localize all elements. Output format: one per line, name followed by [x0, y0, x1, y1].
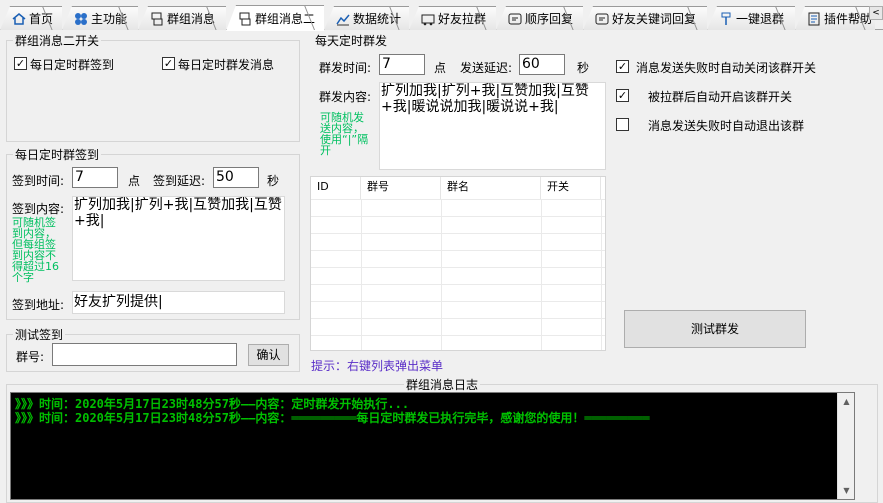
- broadcast-time-input[interactable]: 7: [379, 54, 425, 75]
- tab-label: 顺序回复: [525, 12, 574, 26]
- tab-label: 一键退群: [736, 12, 785, 26]
- broadcast-group-title: 每天定时群发: [315, 34, 388, 48]
- exit-on-fail-checkbox[interactable]: [616, 118, 629, 131]
- tab-label: 首页: [29, 12, 54, 26]
- signin-sec-unit: 秒: [267, 174, 280, 188]
- test-group-label: 群号:: [16, 350, 45, 364]
- scroll-down-icon[interactable]: ▼: [838, 482, 855, 499]
- col-group-name[interactable]: 群名: [441, 177, 541, 199]
- col-id[interactable]: ID: [311, 177, 361, 199]
- signin-address-label: 签到地址:: [12, 298, 65, 312]
- tab-quit-groups[interactable]: 一键退群: [707, 6, 795, 30]
- broadcast-content-label: 群发内容:: [319, 90, 372, 104]
- signin-content-label: 签到内容:: [12, 202, 65, 216]
- close-on-fail-label: 消息发送失败时自动关闭该群开关: [636, 61, 817, 75]
- signin-time-input[interactable]: 7: [72, 167, 118, 188]
- switch-group-title: 群组消息二开关: [15, 34, 100, 48]
- tab-label: 主功能: [91, 12, 128, 26]
- daily-signin-checkbox[interactable]: ✓: [14, 57, 27, 70]
- list-tip: 提示：右键列表弹出菜单: [311, 359, 444, 373]
- cart-icon: [421, 12, 435, 26]
- col-group-number[interactable]: 群号: [361, 177, 441, 199]
- broadcast-sec-unit: 秒: [577, 61, 590, 75]
- broadcast-content-textarea[interactable]: 扩列加我|扩列+我|互赞加我|互赞+我|暖说说加我|暖说说+我|: [379, 82, 606, 170]
- tab-friend-pull[interactable]: 好友拉群: [409, 6, 496, 30]
- switch-group: 群组消息二开关: [6, 32, 300, 142]
- auto-open-checkbox[interactable]: ✓: [616, 89, 629, 102]
- chart-icon: [336, 12, 350, 26]
- tab-keyword-reply[interactable]: 好友关键词回复: [583, 6, 707, 30]
- clover-icon: [74, 12, 88, 26]
- daily-signin-label: 每日定时群签到: [30, 58, 115, 72]
- tab-label: 好友拉群: [438, 12, 487, 26]
- auto-open-label: 被拉群后自动开启该群开关: [648, 90, 793, 104]
- exit-on-fail-label: 消息发送失败时自动退出该群: [648, 119, 805, 133]
- group-list-grid: [311, 199, 605, 350]
- test-group-input[interactable]: [52, 343, 237, 366]
- confirm-button[interactable]: 确认: [248, 344, 289, 366]
- tab-main[interactable]: 主功能: [62, 6, 138, 30]
- broadcast-time-label: 群发时间:: [319, 61, 372, 75]
- reply-icon: [595, 12, 609, 26]
- broadcast-hour-unit: 点: [434, 61, 447, 75]
- tab-label: 好友关键词回复: [612, 12, 697, 26]
- scroll-up-icon[interactable]: ▲: [838, 393, 855, 410]
- tab-label: 数据统计: [353, 12, 402, 26]
- test-broadcast-button[interactable]: 测试群发: [624, 310, 806, 348]
- tab-group-message-2[interactable]: 群组消息二: [226, 5, 324, 31]
- log-line: 》》》时间：2020年5月17日23时48分57秒——内容：═════════每…: [15, 411, 650, 425]
- tab-home[interactable]: 首页: [0, 6, 62, 30]
- tab-plugin-help[interactable]: 插件帮助: [795, 6, 875, 30]
- pin-icon: [719, 12, 733, 26]
- group-list[interactable]: ID 群号 群名 开关: [310, 176, 606, 351]
- signin-time-label: 签到时间:: [12, 174, 65, 188]
- signin-delay-label: 签到延迟:: [153, 174, 206, 188]
- broadcast-delay-label: 发送延迟:: [460, 61, 513, 75]
- broadcast-content-hint: 可随机发送内容，使用“|”隔开: [320, 111, 369, 157]
- signin-delay-input[interactable]: 50: [213, 167, 259, 188]
- chat-icon: [150, 12, 164, 26]
- reply-icon: [508, 12, 522, 26]
- log-title: 群组消息日志: [405, 378, 478, 392]
- tab-scroll-left-button[interactable]: <: [869, 6, 883, 20]
- tab-statistics[interactable]: 数据统计: [324, 6, 409, 30]
- group-list-header: ID 群号 群名 开关: [311, 177, 601, 199]
- tab-label: 插件帮助: [824, 12, 873, 26]
- tab-sequence-reply[interactable]: 顺序回复: [496, 6, 583, 30]
- test-signin-title: 测试签到: [15, 328, 64, 342]
- col-switch[interactable]: 开关: [541, 177, 601, 199]
- doc-icon: [807, 12, 821, 26]
- tab-bar: 首页 主功能 群组消息 群组消息二 数据统计 好友拉群 顺序回复 好友关键词回复…: [0, 0, 883, 31]
- close-on-fail-checkbox[interactable]: ✓: [616, 60, 629, 73]
- daily-message-checkbox[interactable]: ✓: [162, 57, 175, 70]
- log-scrollbar[interactable]: ▲ ▼: [837, 393, 854, 499]
- signin-content-hint: 可随机签到内容，但每组签到内容不得超过16个字: [12, 216, 59, 284]
- tab-group-message[interactable]: 群组消息: [138, 6, 226, 30]
- broadcast-delay-input[interactable]: 60: [519, 54, 565, 75]
- tab-label: 群组消息二: [255, 12, 316, 26]
- chat-icon: [238, 12, 252, 26]
- signin-hour-unit: 点: [128, 174, 141, 188]
- tab-label: 群组消息: [167, 12, 216, 26]
- home-icon: [12, 12, 26, 26]
- signin-address-input[interactable]: 好友扩列提供|: [72, 291, 285, 314]
- log-output[interactable]: 》》》时间：2020年5月17日23时48分57秒——内容：定时群发开始执行..…: [10, 392, 855, 500]
- daily-message-label: 每日定时群发消息: [178, 58, 275, 72]
- signin-content-textarea[interactable]: 扩列加我|扩列+我|互赞加我|互赞+我|: [72, 196, 285, 281]
- signin-group-title: 每日定时群签到: [15, 148, 100, 162]
